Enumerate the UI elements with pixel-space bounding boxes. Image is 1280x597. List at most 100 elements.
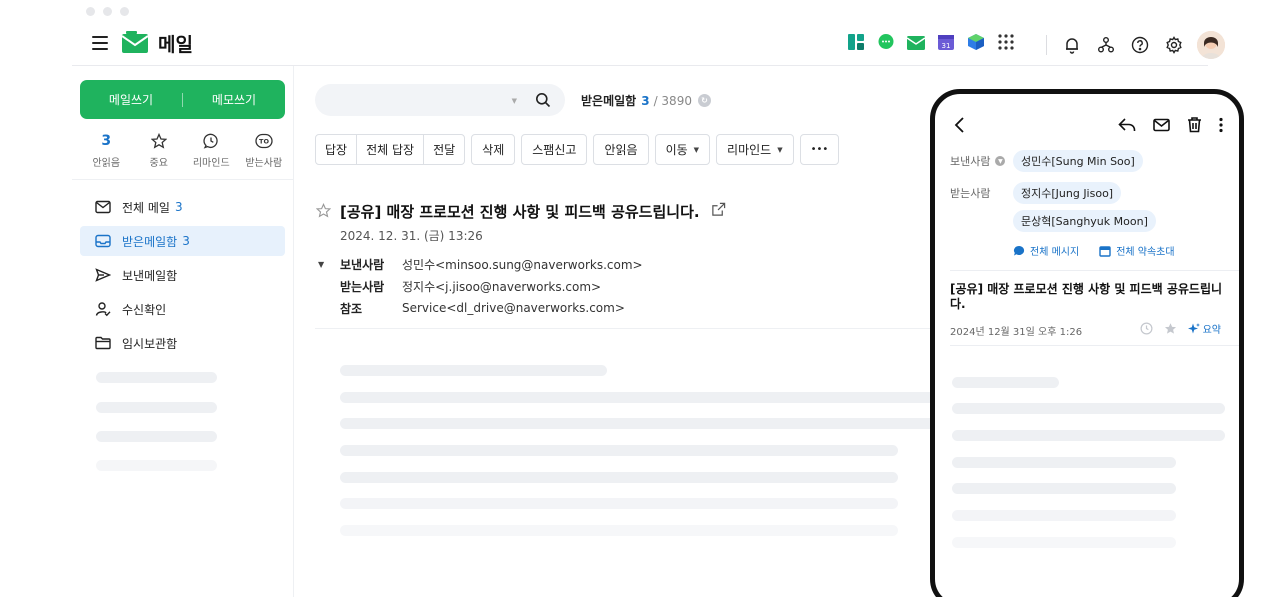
org-chart-icon[interactable] xyxy=(1095,34,1117,56)
recipient-chip[interactable]: 정지수[Jung Jisoo] xyxy=(1013,182,1122,204)
inbox-tray-icon xyxy=(94,232,112,250)
remind-clock-icon xyxy=(185,132,238,150)
mail-subject: [공유] 매장 프로모션 진행 사항 및 피드백 공유드립니다. xyxy=(340,203,700,221)
remind-label: 리마인드 xyxy=(727,143,772,157)
remind-dropdown[interactable]: 리마인드 ▼ xyxy=(716,134,794,165)
search-input[interactable]: ▼ xyxy=(315,84,565,116)
mail-toolbar: 답장 전체 답장 전달 삭제 스팸신고 안읽음 이동 ▼ 리마인드 ▼ ••• xyxy=(315,134,840,165)
envelope-icon[interactable] xyxy=(1153,118,1170,132)
mobile-mail-date: 2024년 12월 31일 오후 1:26 xyxy=(950,327,1083,338)
board-app-icon[interactable] xyxy=(846,32,866,52)
reply-all-button[interactable]: 전체 답장 xyxy=(357,135,425,164)
skeleton-line xyxy=(952,510,1176,521)
skeleton-line xyxy=(952,403,1225,414)
compose-mail-button[interactable]: 메일쓰기 xyxy=(80,91,182,108)
folder-drafts[interactable]: 임시보관함 xyxy=(80,328,285,358)
folder-sent[interactable]: 보낸메일함 xyxy=(80,260,285,290)
all-invite-link[interactable]: 전체 약속초대 xyxy=(1099,243,1175,258)
window-dot[interactable] xyxy=(86,7,95,16)
move-dropdown[interactable]: 이동 ▼ xyxy=(654,134,711,165)
settings-gear-icon[interactable] xyxy=(1163,34,1185,56)
folder-read-receipt[interactable]: 수신확인 xyxy=(80,294,285,324)
to-address[interactable]: 정지수<j.jisoo@naverworks.com> xyxy=(402,278,601,295)
report-spam-button[interactable]: 스팸신고 xyxy=(521,134,588,165)
folder-inbox[interactable]: 받은메일함 3 xyxy=(80,226,285,256)
mobile-from-label: 보낸사람 ▼ xyxy=(950,153,1006,169)
remind-clock-icon[interactable] xyxy=(1140,322,1153,335)
divider xyxy=(1046,35,1047,55)
sender-chip[interactable]: 성민수[Sung Min Soo] xyxy=(1013,150,1143,172)
open-new-window-icon[interactable] xyxy=(711,202,726,217)
skeleton-line xyxy=(952,457,1176,468)
from-address[interactable]: 성민수<minsoo.sung@naverworks.com> xyxy=(402,256,643,273)
help-icon[interactable] xyxy=(1129,34,1151,56)
quick-filter-unread[interactable]: 3 안읽음 xyxy=(80,132,133,169)
mobile-to-label: 받는사람 xyxy=(950,187,991,200)
compose-bar: 메일쓰기 메모쓰기 xyxy=(80,80,285,119)
reply-button[interactable]: 답장 xyxy=(316,135,358,164)
chat-bubble-icon xyxy=(1013,245,1025,255)
reply-group: 답장 전체 답장 전달 xyxy=(315,134,466,165)
read-receipt-icon xyxy=(94,300,112,318)
reply-icon[interactable] xyxy=(1118,117,1136,133)
star-icon[interactable] xyxy=(1164,322,1177,335)
mail-date: 2024. 12. 31. (금) 13:26 xyxy=(340,229,483,243)
refresh-icon[interactable]: ↻ xyxy=(697,94,711,107)
summary-button[interactable]: 요약 xyxy=(1187,321,1221,336)
calendar-app-icon[interactable]: 31 xyxy=(936,32,956,52)
more-vertical-icon[interactable] xyxy=(1219,117,1223,133)
drive-app-icon[interactable] xyxy=(966,32,986,52)
skeleton-line xyxy=(952,537,1176,548)
trash-icon[interactable] xyxy=(1187,116,1202,133)
folder-icon xyxy=(94,334,112,352)
delete-button[interactable]: 삭제 xyxy=(471,134,516,165)
search-icon[interactable] xyxy=(535,92,551,108)
forward-button[interactable]: 전달 xyxy=(424,135,464,164)
menu-icon[interactable] xyxy=(92,36,108,50)
move-label: 이동 xyxy=(665,143,688,157)
search-options-caret-icon[interactable]: ▼ xyxy=(512,97,517,105)
quick-filter-label: 중요 xyxy=(149,158,168,169)
app-switcher: 31 xyxy=(846,32,1016,52)
chevron-down-icon[interactable]: ▼ xyxy=(995,156,1006,166)
recipient-chip[interactable]: 문상혁[Sanghyuk Moon] xyxy=(1013,210,1156,232)
bell-icon[interactable] xyxy=(1061,34,1083,56)
skeleton-line xyxy=(952,483,1176,494)
mark-unread-button[interactable]: 안읽음 xyxy=(593,134,649,165)
window-dot[interactable] xyxy=(103,7,112,16)
mobile-preview: 보낸사람 ▼ 성민수[Sung Min Soo] 받는사람 정지수[Jung J… xyxy=(930,89,1244,597)
from-label: 보낸사람 xyxy=(340,257,385,272)
cc-address[interactable]: Service<dl_drive@naverworks.com> xyxy=(402,301,625,315)
divider xyxy=(950,270,1239,271)
folder-all-mail[interactable]: 전체 메일 3 xyxy=(80,192,285,222)
svg-text:TO: TO xyxy=(259,138,269,146)
mobile-mail-actions: 요약 xyxy=(1140,321,1221,336)
chevron-down-icon: ▼ xyxy=(693,145,700,154)
back-arrow-icon[interactable] xyxy=(953,116,967,134)
window-dot[interactable] xyxy=(120,7,129,16)
more-button[interactable]: ••• xyxy=(799,134,840,165)
mobile-mail-subject: [공유] 매장 프로모션 진행 사항 및 피드백 공유드립니다. xyxy=(950,282,1223,311)
quick-filter-important[interactable]: 중요 xyxy=(133,132,186,169)
from-row: ▼ 보낸사람 성민수<minsoo.sung@naverworks.com> xyxy=(318,253,643,275)
messenger-app-icon[interactable] xyxy=(876,32,896,52)
calendar-icon xyxy=(1099,245,1111,257)
chevron-down-icon[interactable]: ▼ xyxy=(318,260,340,269)
user-avatar[interactable] xyxy=(1197,31,1225,59)
from-label-text: 보낸사람 xyxy=(950,155,991,168)
star-icon xyxy=(133,132,186,150)
quick-filter-to-me[interactable]: TO 받는사람 xyxy=(238,132,291,169)
cc-label: 참조 xyxy=(340,301,363,316)
mail-meta: ▼ 보낸사람 성민수<minsoo.sung@naverworks.com> 받… xyxy=(318,253,643,319)
window-controls xyxy=(86,7,129,16)
all-apps-icon[interactable] xyxy=(996,32,1016,52)
quick-filter-remind[interactable]: 리마인드 xyxy=(185,132,238,169)
quick-filter-label: 받는사람 xyxy=(245,158,283,169)
mail-logo-icon xyxy=(122,31,148,53)
mail-app-icon[interactable] xyxy=(906,32,926,52)
to-row: 받는사람 정지수<j.jisoo@naverworks.com> xyxy=(318,275,643,297)
divider xyxy=(315,328,935,329)
all-messages-link[interactable]: 전체 메시지 xyxy=(1013,243,1079,258)
compose-memo-button[interactable]: 메모쓰기 xyxy=(183,91,285,108)
star-icon[interactable] xyxy=(316,203,331,218)
